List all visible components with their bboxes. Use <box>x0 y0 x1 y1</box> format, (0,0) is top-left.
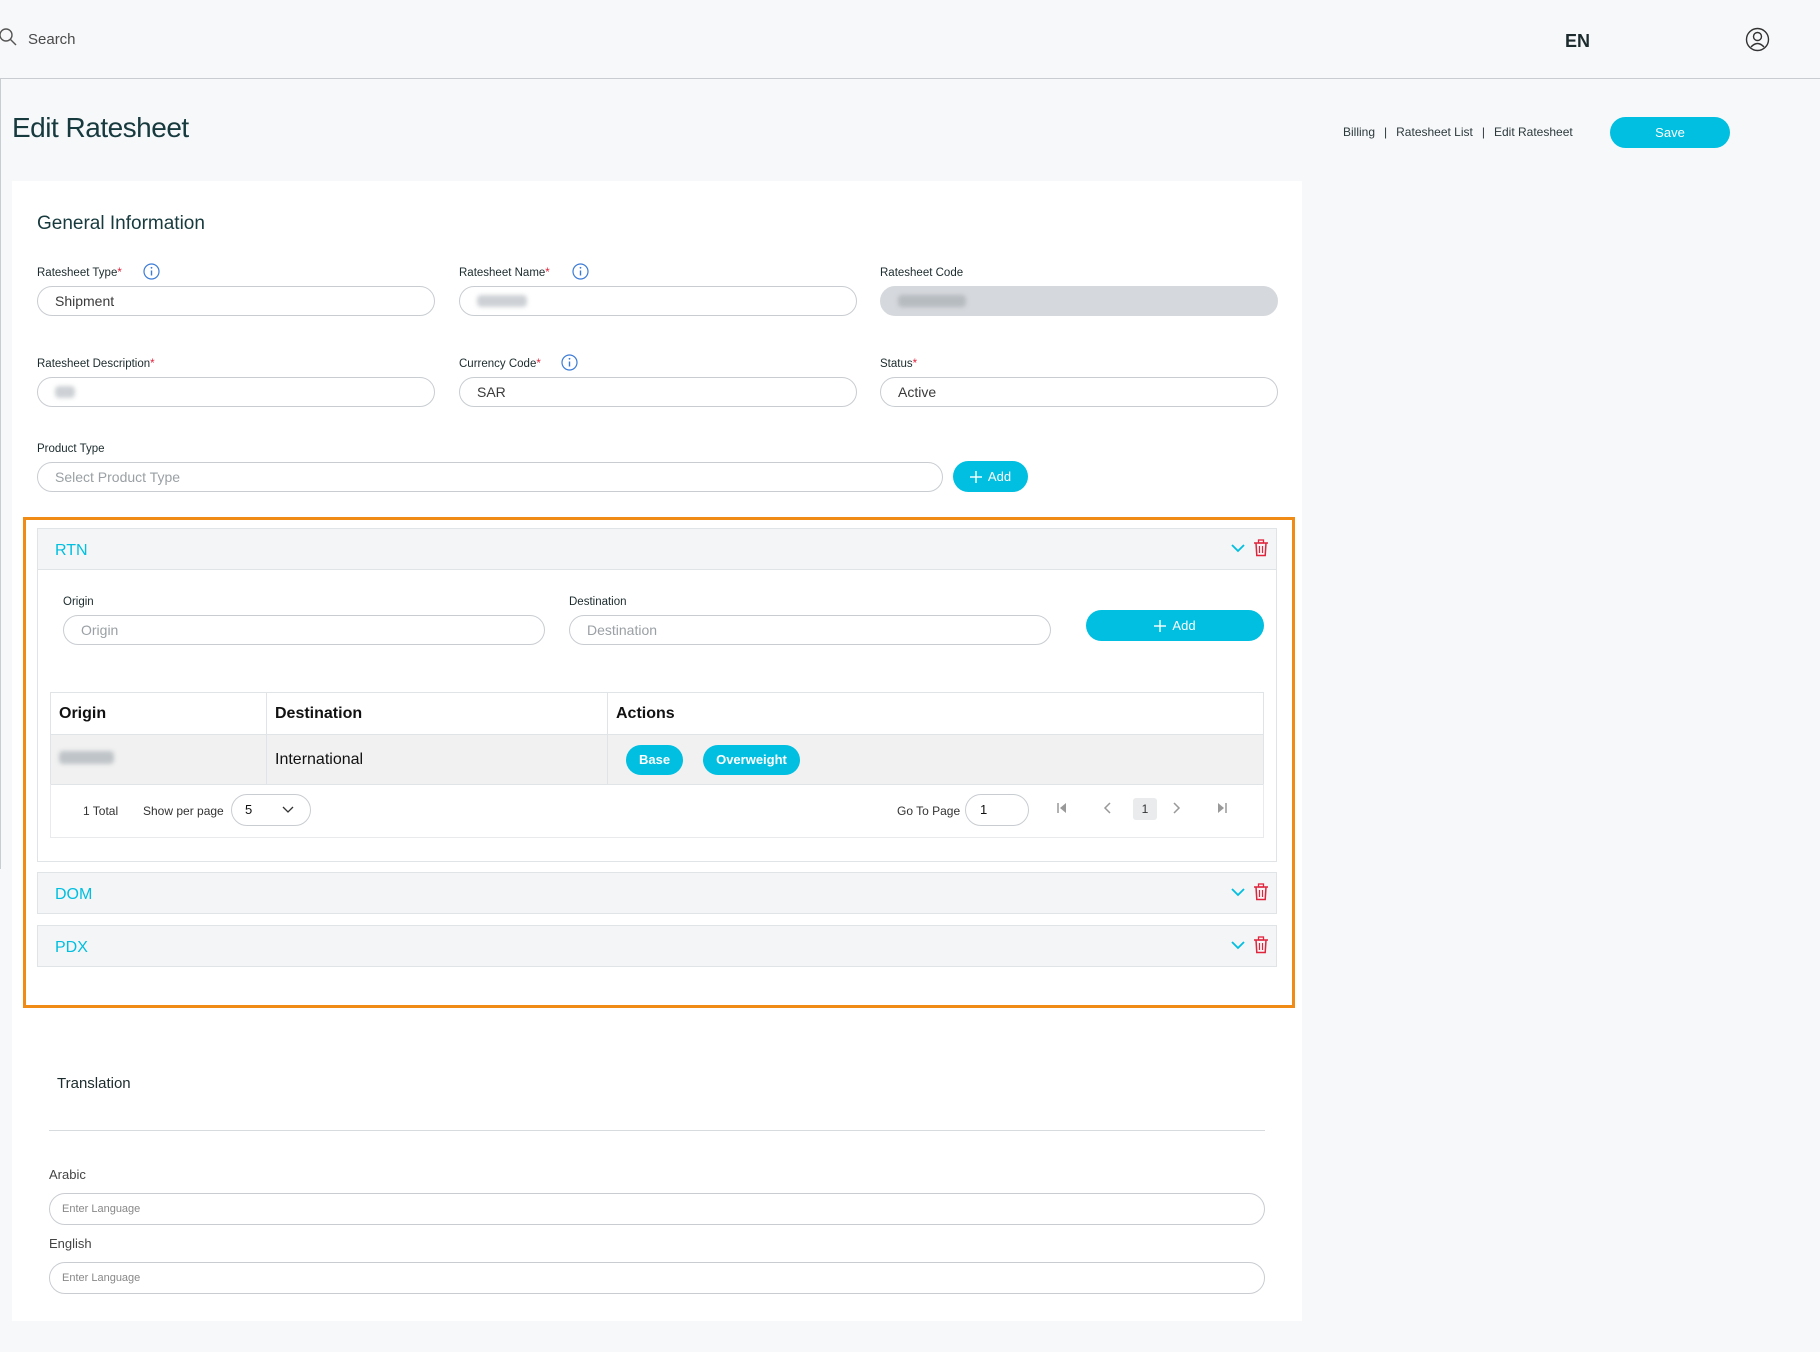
chevron-down-icon[interactable] <box>1230 937 1246 958</box>
breadcrumb-edit-ratesheet: Edit Ratesheet <box>1493 125 1573 139</box>
user-icon[interactable] <box>1745 27 1770 57</box>
base-rate-button[interactable]: Base <box>626 744 684 775</box>
english-translation-input[interactable] <box>49 1262 1265 1294</box>
last-page-icon[interactable] <box>1216 801 1228 817</box>
origin-label: Origin <box>63 596 94 608</box>
ratesheet-type-label: Ratesheet Type* <box>37 267 122 279</box>
ratesheet-type-select[interactable]: Shipment <box>37 286 435 316</box>
next-page-icon[interactable] <box>1171 801 1181 817</box>
breadcrumb-separator: | <box>1481 125 1485 139</box>
go-to-page-label: Go To Page <box>897 804 961 818</box>
page-size-select[interactable]: 5 <box>231 794 311 826</box>
cell-actions: Base Overweight <box>607 734 1264 785</box>
search-icon <box>0 28 18 51</box>
accordion-header-pdx[interactable]: PDX <box>37 925 1277 967</box>
translation-title: Translation <box>57 1075 131 1092</box>
page-title: Edit Ratesheet <box>12 112 189 143</box>
plus-icon <box>1154 619 1167 632</box>
search-box[interactable] <box>0 28 228 51</box>
accordion-header-rtn[interactable]: RTN <box>37 528 1277 570</box>
product-type-label: Product Type <box>37 443 105 455</box>
info-icon[interactable] <box>572 263 589 285</box>
info-icon[interactable] <box>561 354 578 376</box>
overweight-rate-button[interactable]: Overweight <box>703 744 800 775</box>
chevron-down-icon[interactable] <box>1230 540 1246 561</box>
left-divider <box>0 79 1 869</box>
accordion-body-rtn: Origin Origin Destination Destination Ad… <box>37 570 1277 862</box>
destination-label: Destination <box>569 596 627 608</box>
info-icon[interactable] <box>143 263 160 285</box>
accordion-title: PDX <box>55 939 88 956</box>
status-select[interactable]: Active <box>880 377 1278 407</box>
ratesheet-description-input[interactable] <box>37 377 435 407</box>
prev-page-icon[interactable] <box>1103 801 1113 817</box>
add-product-type-button[interactable]: Add <box>953 461 1028 492</box>
plus-icon <box>969 470 982 483</box>
english-label: English <box>49 1236 92 1251</box>
ratesheet-code-label: Ratesheet Code <box>880 267 964 279</box>
translation-divider <box>49 1130 1265 1131</box>
origin-input[interactable]: Origin <box>63 615 545 645</box>
ratesheet-name-input[interactable] <box>459 286 857 316</box>
arabic-label: Arabic <box>49 1167 86 1182</box>
chevron-down-icon[interactable] <box>1230 884 1246 905</box>
total-count: 1 Total <box>83 804 119 818</box>
column-header-actions: Actions <box>607 692 1264 735</box>
arabic-translation-input[interactable] <box>49 1193 1265 1225</box>
top-bar: EN <box>0 0 1820 79</box>
breadcrumb-ratesheet-list[interactable]: Ratesheet List <box>1396 125 1473 139</box>
origin-destination-table: Origin Destination Actions International… <box>50 692 1264 785</box>
cell-destination: International <box>266 734 608 785</box>
accordion-title: DOM <box>55 886 93 903</box>
trash-icon[interactable] <box>1253 539 1269 562</box>
per-page-label: Show per page <box>143 804 224 818</box>
accordion-title: RTN <box>55 542 88 559</box>
ratesheet-description-label: Ratesheet Description* <box>37 358 155 370</box>
breadcrumb-separator: | <box>1384 125 1388 139</box>
destination-input[interactable]: Destination <box>569 615 1051 645</box>
product-type-select[interactable]: Select Product Type <box>37 462 943 492</box>
add-origin-destination-button[interactable]: Add <box>1086 610 1264 641</box>
currency-code-select[interactable]: SAR <box>459 377 857 407</box>
general-information-title: General Information <box>37 213 205 234</box>
currency-code-label: Currency Code* <box>459 358 541 370</box>
language-switch[interactable]: EN <box>1565 31 1590 52</box>
ratesheet-name-label: Ratesheet Name* <box>459 267 550 279</box>
first-page-icon[interactable] <box>1056 801 1068 817</box>
breadcrumb: Billing | Ratesheet List | Edit Rateshee… <box>1343 125 1573 139</box>
table-row: International Base Overweight <box>50 734 1264 785</box>
trash-icon[interactable] <box>1253 883 1269 906</box>
trash-icon[interactable] <box>1253 936 1269 959</box>
current-page[interactable]: 1 <box>1133 798 1157 820</box>
status-label: Status* <box>880 358 918 370</box>
chevron-down-icon <box>282 806 294 813</box>
accordion-header-dom[interactable]: DOM <box>37 872 1277 914</box>
go-to-page-input[interactable]: 1 <box>965 794 1029 826</box>
search-input[interactable] <box>28 31 228 48</box>
pagination: 1 Total Show per page 5 Go To Page 1 1 <box>50 784 1264 838</box>
breadcrumb-billing[interactable]: Billing <box>1343 125 1375 139</box>
ratesheet-code-input <box>880 286 1278 316</box>
column-header-destination: Destination <box>266 692 608 735</box>
save-button[interactable]: Save <box>1610 117 1730 148</box>
cell-origin <box>50 734 267 785</box>
column-header-origin: Origin <box>50 692 267 735</box>
